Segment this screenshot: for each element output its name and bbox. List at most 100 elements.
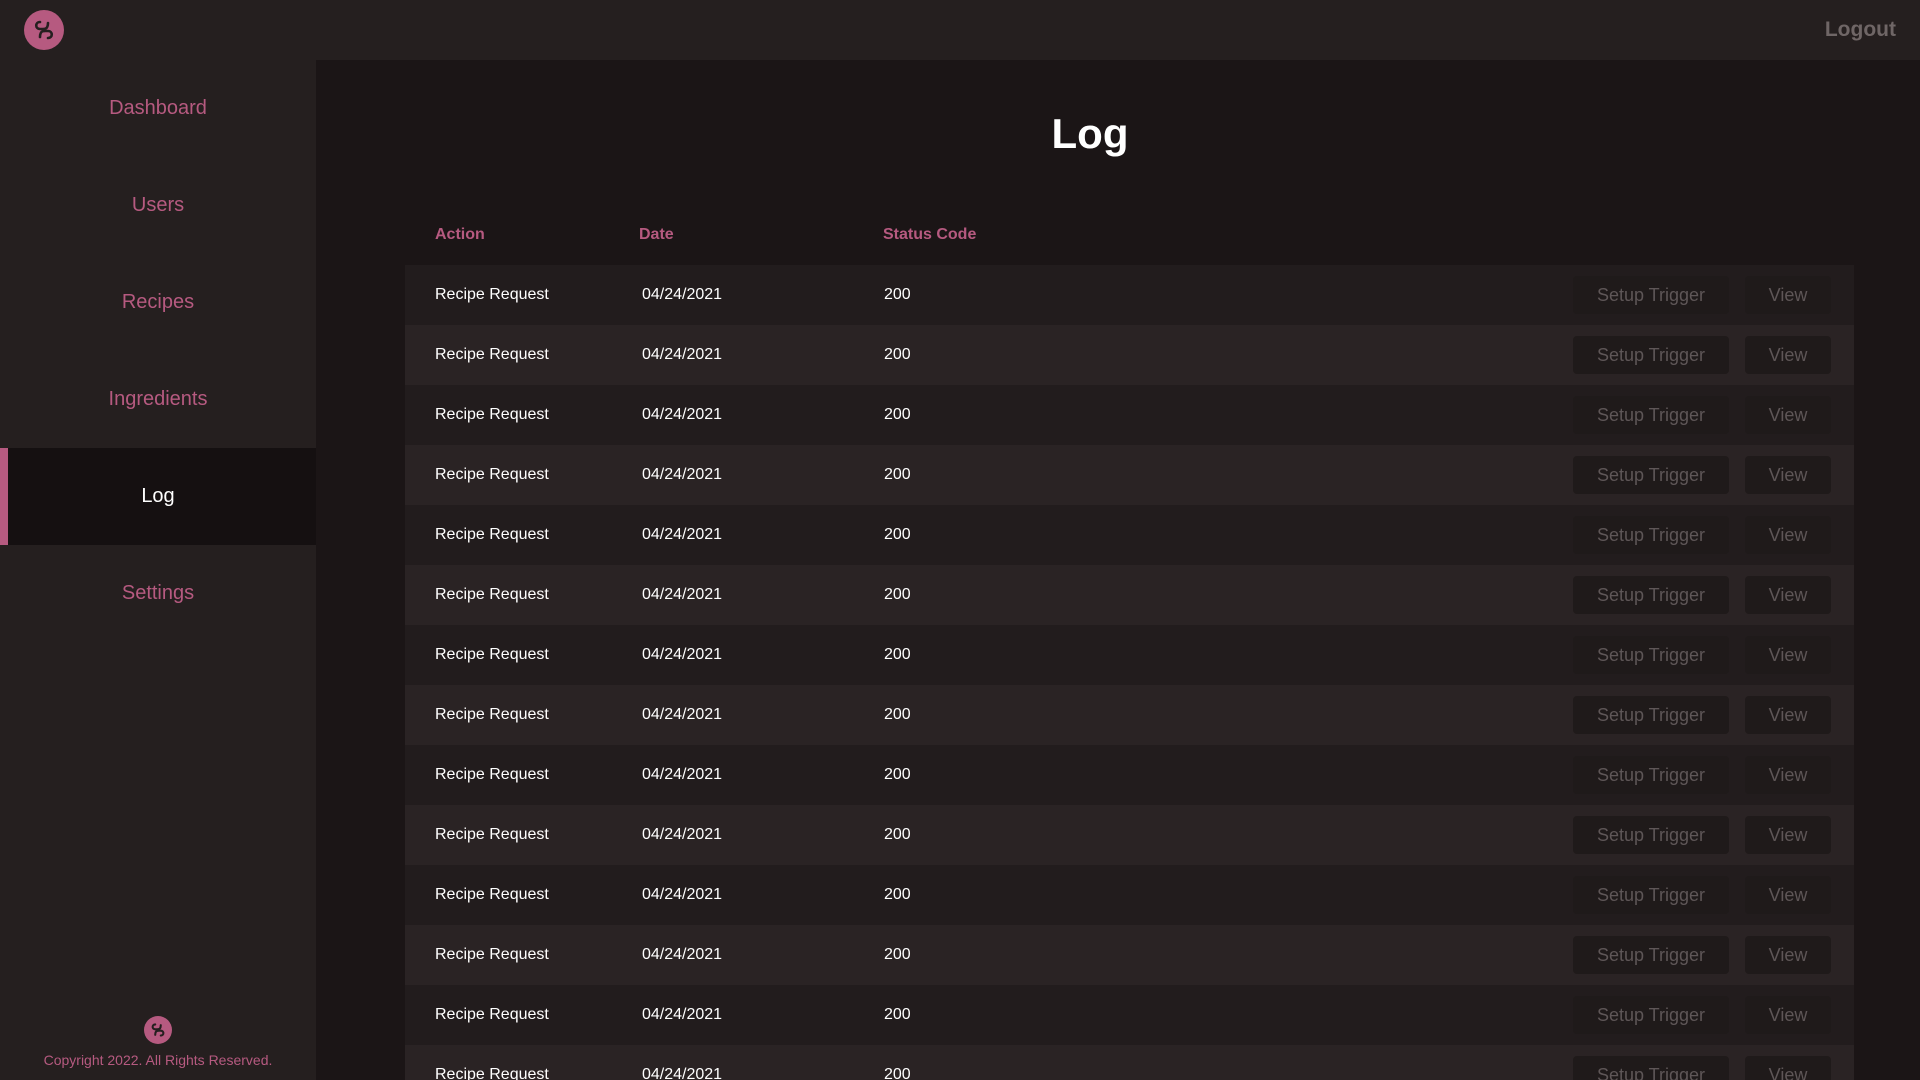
action-cell: Recipe Request — [435, 1066, 549, 1080]
view-button[interactable]: View — [1745, 816, 1831, 854]
date-cell: 04/24/2021 — [642, 886, 723, 903]
setup-trigger-button[interactable]: Setup Trigger — [1573, 696, 1729, 734]
table-row: Recipe Request 04/24/2021 200 Setup Trigger… — [405, 805, 1854, 865]
table-row: Recipe Request 04/24/2021 200 Setup Trigger… — [405, 865, 1854, 925]
sidebar-footer: Copyright 2022. All Rights Reserved. — [0, 1016, 316, 1068]
setup-trigger-button[interactable]: Setup Trigger — [1573, 1056, 1729, 1080]
sidebar-item-label: Settings — [121, 582, 195, 604]
date-cell: 04/24/2021 — [642, 1066, 723, 1080]
table-row: Recipe Request 04/24/2021 200 Setup Trigger… — [405, 985, 1854, 1045]
column-header-date: Date — [639, 226, 674, 243]
row-actions: Setup Trigger View — [1573, 696, 1854, 734]
row-actions: Setup Trigger View — [1573, 936, 1854, 974]
view-button[interactable]: View — [1745, 456, 1831, 494]
row-actions: Setup Trigger View — [1573, 1056, 1854, 1080]
view-button[interactable]: View — [1745, 876, 1831, 914]
action-cell: Recipe Request — [435, 526, 549, 543]
action-cell: Recipe Request — [435, 586, 549, 603]
view-button[interactable]: View — [1745, 996, 1831, 1034]
status-code-cell: 200 — [884, 586, 911, 603]
log-table: Action Date Status Code Recipe Request 04… — [405, 205, 1854, 1080]
status-code-cell: 200 — [884, 1006, 911, 1023]
sidebar-item-recipes[interactable]: Recipes — [0, 254, 316, 351]
setup-trigger-button[interactable]: Setup Trigger — [1573, 756, 1729, 794]
swirl-logo-icon[interactable] — [24, 10, 64, 50]
date-cell: 04/24/2021 — [642, 586, 723, 603]
top-bar: Logout — [0, 0, 1920, 60]
sidebar-item-users[interactable]: Users — [0, 157, 316, 254]
status-code-cell: 200 — [884, 706, 911, 723]
sidebar-item-log[interactable]: Log — [0, 448, 316, 545]
status-code-cell: 200 — [884, 766, 911, 783]
action-cell: Recipe Request — [435, 406, 549, 423]
view-button[interactable]: View — [1745, 516, 1831, 554]
setup-trigger-button[interactable]: Setup Trigger — [1573, 936, 1729, 974]
action-cell: Recipe Request — [435, 766, 549, 783]
row-actions: Setup Trigger View — [1573, 396, 1854, 434]
status-code-cell: 200 — [884, 406, 911, 423]
sidebar-item-ingredients[interactable]: Ingredients — [0, 351, 316, 448]
sidebar-item-dashboard[interactable]: Dashboard — [0, 60, 316, 157]
sidebar: Dashboard Users Recipes Ingredients Log Setti… — [0, 60, 316, 1080]
row-actions: Setup Trigger View — [1573, 276, 1854, 314]
copyright-text: Copyright 2022. All Rights Reserved. — [43, 1052, 273, 1068]
action-cell: Recipe Request — [435, 886, 549, 903]
view-button[interactable]: View — [1745, 396, 1831, 434]
view-button[interactable]: View — [1745, 936, 1831, 974]
view-button[interactable]: View — [1745, 276, 1831, 314]
setup-trigger-button[interactable]: Setup Trigger — [1573, 576, 1729, 614]
row-actions: Setup Trigger View — [1573, 636, 1854, 674]
view-button[interactable]: View — [1745, 696, 1831, 734]
view-button[interactable]: View — [1745, 756, 1831, 794]
status-code-cell: 200 — [884, 946, 911, 963]
setup-trigger-button[interactable]: Setup Trigger — [1573, 996, 1729, 1034]
column-header-action: Action — [435, 226, 485, 243]
table-row: Recipe Request 04/24/2021 200 Setup Trigger… — [405, 265, 1854, 325]
date-cell: 04/24/2021 — [642, 946, 723, 963]
action-cell: Recipe Request — [435, 706, 549, 723]
action-cell: Recipe Request — [435, 286, 549, 303]
table-row: Recipe Request 04/24/2021 200 Setup Trigger… — [405, 685, 1854, 745]
view-button[interactable]: View — [1745, 576, 1831, 614]
setup-trigger-button[interactable]: Setup Trigger — [1573, 516, 1729, 554]
action-cell: Recipe Request — [435, 946, 549, 963]
table-row: Recipe Request 04/24/2021 200 Setup Trigger… — [405, 565, 1854, 625]
setup-trigger-button[interactable]: Setup Trigger — [1573, 456, 1729, 494]
setup-trigger-button[interactable]: Setup Trigger — [1573, 876, 1729, 914]
swirl-logo-icon — [144, 1016, 172, 1044]
status-code-cell: 200 — [884, 346, 911, 363]
status-code-cell: 200 — [884, 466, 911, 483]
row-actions: Setup Trigger View — [1573, 516, 1854, 554]
date-cell: 04/24/2021 — [642, 1006, 723, 1023]
setup-trigger-button[interactable]: Setup Trigger — [1573, 636, 1729, 674]
date-cell: 04/24/2021 — [642, 406, 723, 423]
date-cell: 04/24/2021 — [642, 526, 723, 543]
date-cell: 04/24/2021 — [642, 466, 723, 483]
view-button[interactable]: View — [1745, 1056, 1831, 1080]
table-body: Recipe Request 04/24/2021 200 Setup Trigger… — [405, 265, 1854, 1080]
column-header-status-code: Status Code — [883, 226, 977, 243]
table-row: Recipe Request 04/24/2021 200 Setup Trigger… — [405, 745, 1854, 805]
sidebar-item-label: Log — [141, 485, 175, 507]
sidebar-item-label: Users — [131, 194, 185, 216]
table-row: Recipe Request 04/24/2021 200 Setup Trigger… — [405, 445, 1854, 505]
view-button[interactable]: View — [1745, 636, 1831, 674]
setup-trigger-button[interactable]: Setup Trigger — [1573, 396, 1729, 434]
view-button[interactable]: View — [1745, 336, 1831, 374]
page-title: Log — [1051, 110, 1129, 157]
date-cell: 04/24/2021 — [642, 706, 723, 723]
table-row: Recipe Request 04/24/2021 200 Setup Trigger… — [405, 385, 1854, 445]
row-actions: Setup Trigger View — [1573, 996, 1854, 1034]
action-cell: Recipe Request — [435, 826, 549, 843]
logout-button[interactable]: Logout — [1825, 18, 1896, 42]
row-actions: Setup Trigger View — [1573, 816, 1854, 854]
setup-trigger-button[interactable]: Setup Trigger — [1573, 816, 1729, 854]
sidebar-item-label: Dashboard — [109, 97, 207, 119]
action-cell: Recipe Request — [435, 466, 549, 483]
setup-trigger-button[interactable]: Setup Trigger — [1573, 276, 1729, 314]
row-actions: Setup Trigger View — [1573, 576, 1854, 614]
date-cell: 04/24/2021 — [642, 826, 723, 843]
setup-trigger-button[interactable]: Setup Trigger — [1573, 336, 1729, 374]
sidebar-item-settings[interactable]: Settings — [0, 545, 316, 642]
table-row: Recipe Request 04/24/2021 200 Setup Trigger… — [405, 925, 1854, 985]
